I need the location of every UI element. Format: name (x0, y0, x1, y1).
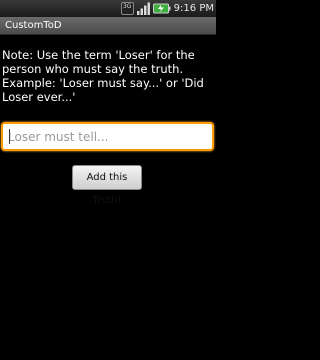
battery-charging-icon (152, 3, 171, 14)
network-label: 3G (122, 3, 132, 10)
status-time-value: 9:16 (173, 3, 197, 14)
truth-input[interactable] (3, 124, 212, 149)
status-time-suffix: PM (199, 3, 214, 14)
truth-input-container[interactable] (1, 122, 214, 151)
status-icons: 3G 9:16 PM (120, 1, 214, 16)
3g-icon: 3G (120, 2, 134, 15)
status-time: 9:16 PM (174, 1, 214, 16)
status-bar: 3G 9:16 PM (0, 0, 216, 17)
signal-icon (136, 2, 150, 15)
title-bar: CustomToD (0, 17, 216, 35)
text-caret (9, 129, 10, 144)
add-truth-button[interactable]: Add this Truth! (72, 165, 142, 206)
app-title: CustomToD (5, 20, 62, 31)
instruction-note: Note: Use the term 'Loser' for the perso… (2, 48, 204, 104)
